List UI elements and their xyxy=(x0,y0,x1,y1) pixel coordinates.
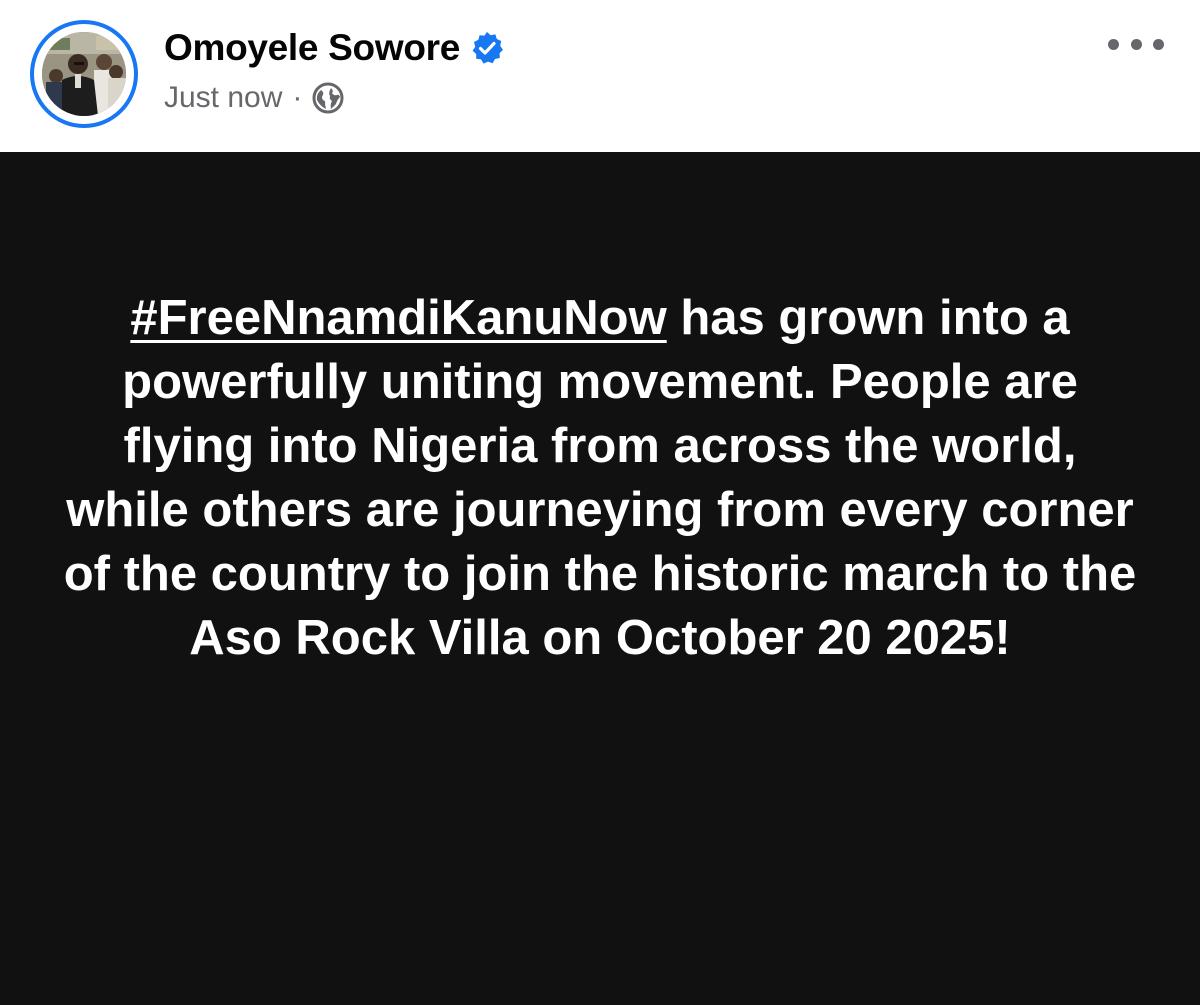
more-options-icon xyxy=(1108,38,1119,50)
post-header: Omoyele Sowore Just now · xyxy=(0,0,1200,152)
post-meta: Just now · xyxy=(164,78,344,118)
profile-photo xyxy=(42,32,126,116)
verified-badge-icon xyxy=(470,31,504,65)
author-name[interactable]: Omoyele Sowore xyxy=(164,27,460,69)
hashtag-link[interactable]: #FreeNnamdiKanuNow xyxy=(130,291,666,345)
facebook-post: Omoyele Sowore Just now · #FreeNnamdiKan… xyxy=(0,0,1200,1005)
more-options-icon xyxy=(1153,38,1164,50)
more-options-button[interactable] xyxy=(1108,30,1164,58)
meta-separator: · xyxy=(292,81,303,114)
post-body-text: has grown into a powerfully uniting move… xyxy=(63,291,1137,665)
avatar[interactable] xyxy=(30,20,138,128)
post-timestamp[interactable]: Just now xyxy=(164,81,282,115)
author-row: Omoyele Sowore xyxy=(164,24,504,72)
post-text: #FreeNnamdiKanuNow has grown into a powe… xyxy=(60,286,1140,670)
more-options-icon xyxy=(1130,38,1142,50)
globe-icon[interactable] xyxy=(312,82,344,114)
post-content-card: #FreeNnamdiKanuNow has grown into a powe… xyxy=(0,152,1200,1005)
